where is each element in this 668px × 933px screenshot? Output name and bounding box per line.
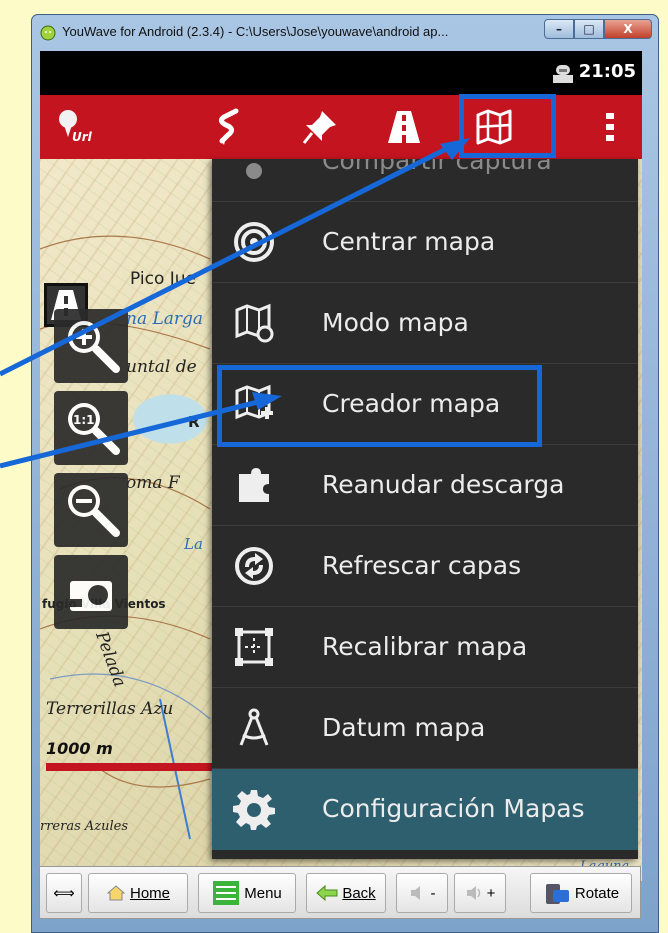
annotation-arrows [0, 138, 470, 469]
arrow-to-map-button [0, 145, 450, 377]
arrow-to-creador-mapa [0, 399, 259, 469]
arrowhead-map-button [440, 138, 470, 160]
arrowhead-creador-mapa [252, 392, 282, 410]
